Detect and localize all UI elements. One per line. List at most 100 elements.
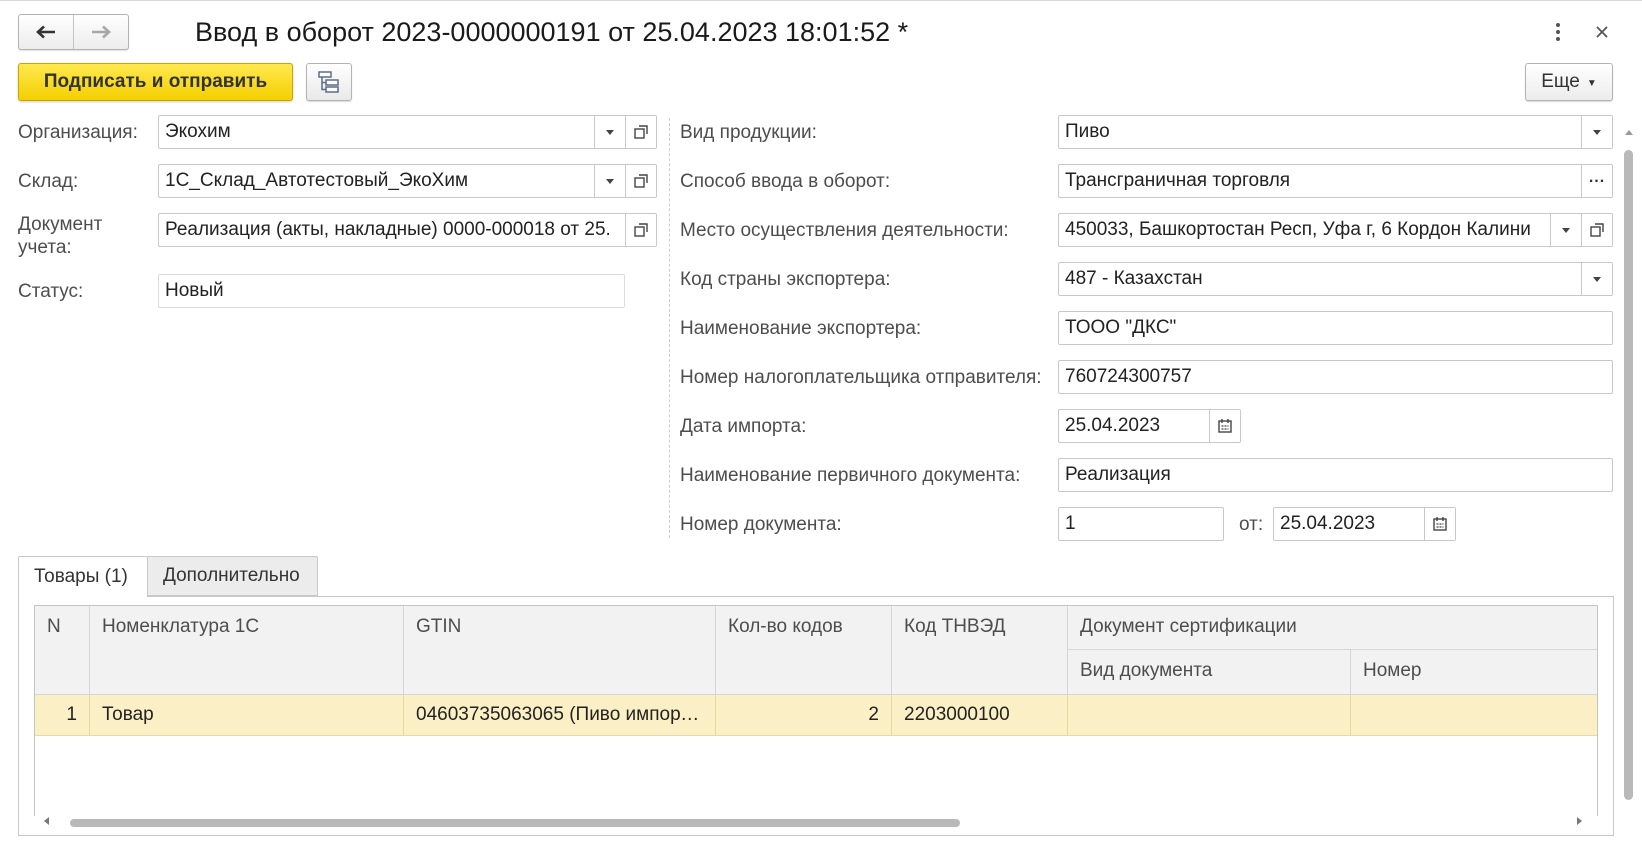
forward-arrow-icon [92,25,111,39]
organization-field[interactable]: Экохим [158,115,657,149]
activity-place-field[interactable]: 450033, Башкортостан Респ, Уфа г, 6 Корд… [1058,213,1613,247]
header-doc-type[interactable]: Вид документа [1068,650,1351,695]
structure-button[interactable] [306,63,352,101]
calendar-icon [1433,517,1447,531]
doc-number-value: 1 [1065,513,1076,534]
top-border [0,0,1642,1]
sign-and-send-button[interactable]: Подписать и отправить [18,63,293,101]
product-type-field[interactable]: Пиво [1058,115,1613,149]
row-1-gtin[interactable]: 04603735063065 (Пиво импортное) [404,695,716,736]
warehouse-value: 1С_Склад_Автотестовый_ЭкоХим [165,170,469,191]
primary-doc-value: Реализация [1065,464,1171,485]
row-1-doc-type[interactable] [1068,695,1351,736]
doc-date-value: 25.04.2023 [1280,513,1376,534]
import-date-calendar-button[interactable] [1209,410,1240,442]
row-1-number[interactable] [1351,695,1597,736]
warehouse-field[interactable]: 1С_Склад_Автотестовый_ЭкоХим [158,164,657,198]
import-date-field[interactable]: 25.04.2023 [1058,409,1241,443]
activity-place-dropdown-button[interactable] [1550,214,1581,246]
scroll-right-icon[interactable] [1577,817,1582,825]
exporter-country-dropdown-button[interactable] [1581,263,1612,295]
exporter-country-field[interactable]: 487 - Казахстан [1058,262,1613,296]
organization-label: Организация: [18,122,138,143]
status-value: Новый [165,280,224,301]
exporter-name-label: Наименование экспортера: [680,318,922,339]
open-icon [634,125,648,139]
doc-date-field[interactable]: 25.04.2023 [1273,507,1456,541]
import-date-label: Дата импорта: [680,416,807,437]
exporter-name-field[interactable]: ТООО "ДКС" [1058,311,1613,345]
chevron-down-icon: ▼ [1586,77,1597,89]
warehouse-open-button[interactable] [625,165,656,197]
document-field[interactable]: Реализация (акты, накладные) 0000-000018… [158,213,657,247]
header-codes-count[interactable]: Кол-во кодов [716,606,892,695]
row-1-n[interactable]: 1 [35,695,90,736]
status-field: Новый [158,274,625,308]
form-vertical-scrollbar[interactable] [1622,128,1636,838]
primary-doc-field[interactable]: Реализация [1058,458,1613,492]
close-button[interactable] [1590,16,1614,48]
sender-tin-field[interactable]: 760724300757 [1058,360,1613,394]
scroll-left-icon[interactable] [44,817,49,825]
scrollbar-thumb[interactable] [70,819,960,827]
product-type-value: Пиво [1065,121,1110,142]
kebab-menu-icon [1556,23,1560,41]
organization-open-button[interactable] [625,116,656,148]
header-gtin[interactable]: GTIN [404,606,716,695]
forward-button[interactable] [73,15,128,49]
activity-place-value: 450033, Башкортостан Респ, Уфа г, 6 Корд… [1065,219,1531,240]
tab-goods-label: Товары (1) [34,566,128,587]
tab-additional-label: Дополнительно [163,565,300,586]
table-horizontal-scrollbar[interactable] [34,816,1598,828]
entry-method-value: Трансграничная торговля [1065,170,1291,191]
warehouse-dropdown-button[interactable] [594,165,625,197]
dropdown-arrow-icon [1593,129,1601,135]
activity-place-open-button[interactable] [1581,214,1612,246]
open-icon [634,223,648,237]
row-1-nomenclature[interactable]: Товар [90,695,404,736]
scroll-up-icon[interactable] [1625,130,1633,135]
dropdown-arrow-icon [606,178,614,184]
product-type-dropdown-button[interactable] [1581,116,1612,148]
exporter-country-label: Код страны экспортера: [680,269,891,290]
organization-dropdown-button[interactable] [594,116,625,148]
warehouse-label: Склад: [18,171,79,192]
goods-table[interactable]: N Номенклатура 1С GTIN Кол-во кодов Код … [34,605,1598,827]
document-label-line1: Документ [18,214,103,235]
header-cert-doc[interactable]: Документ сертификации [1068,606,1597,650]
activity-place-label: Место осуществления деятельности: [680,220,1009,241]
entry-method-label: Способ ввода в оборот: [680,171,891,192]
document-value: Реализация (акты, накладные) 0000-000018… [165,219,611,240]
exporter-country-value: 487 - Казахстан [1065,268,1203,289]
header-tnved[interactable]: Код ТНВЭД [892,606,1068,695]
header-number[interactable]: Номер [1351,650,1597,695]
header-n[interactable]: N [35,606,90,695]
entry-method-field[interactable]: Трансграничная торговля ... [1058,164,1613,198]
doc-date-calendar-button[interactable] [1424,508,1455,540]
dropdown-arrow-icon [1593,276,1601,282]
more-button[interactable]: Еще ▼ [1525,63,1613,101]
status-label: Статус: [18,281,84,302]
column-divider [669,118,670,538]
vertical-scrollbar-thumb[interactable] [1624,150,1633,800]
more-button-label: Еще [1541,71,1580,92]
open-icon [634,174,648,188]
window-title: Ввод в оборот 2023-0000000191 от 25.04.2… [195,17,909,47]
structure-icon [318,71,339,93]
calendar-icon [1218,419,1232,433]
header-nomenclature[interactable]: Номенклатура 1С [90,606,404,695]
back-arrow-icon [36,25,55,39]
back-button[interactable] [19,15,73,49]
row-1-tnved[interactable]: 2203000100 [892,695,1068,736]
import-date-value: 25.04.2023 [1065,415,1161,436]
dropdown-arrow-icon [1562,227,1570,233]
doc-number-label: Номер документа: [680,514,842,535]
tab-goods[interactable]: Товары (1) [18,556,148,597]
entry-method-select-button[interactable]: ... [1581,165,1612,197]
more-actions-button[interactable] [1548,16,1568,48]
row-1-codes-count[interactable]: 2 [716,695,892,736]
close-icon [1596,26,1608,38]
doc-number-field[interactable]: 1 [1058,507,1224,541]
document-open-button[interactable] [625,214,656,246]
tab-additional[interactable]: Дополнительно [148,556,318,596]
